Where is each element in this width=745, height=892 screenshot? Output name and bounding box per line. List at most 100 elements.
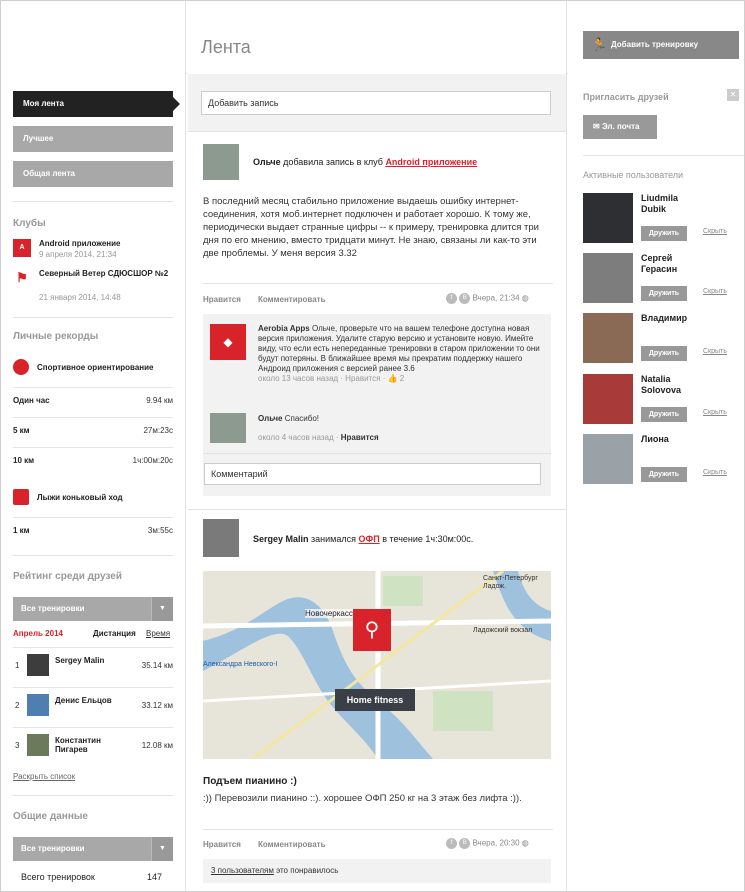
map-place: Александра Невского-I — [203, 661, 278, 668]
friend-card: Natalia Solovova Дружить Скрыть — [583, 374, 739, 434]
compass-icon — [13, 359, 29, 375]
chevron-down-icon[interactable]: ▼ — [151, 837, 173, 861]
chevron-down-icon[interactable]: ▼ — [151, 597, 173, 621]
divider — [13, 201, 173, 202]
sport-heading: Лыжи коньковый ход — [13, 489, 173, 505]
club-item[interactable]: A Android приложение 9 апреля 2014, 21:3… — [13, 239, 173, 269]
liked-users-link[interactable]: 3 пользователям — [211, 866, 274, 875]
nav-common-feed[interactable]: Общая лента — [13, 161, 173, 187]
add-friend-button[interactable]: Дружить — [641, 286, 687, 301]
user-name[interactable]: Natalia Solovova — [641, 374, 701, 396]
avatar[interactable] — [203, 144, 239, 180]
rating-row[interactable]: 1 Sergey Malin 35.14 км — [13, 647, 173, 683]
add-friend-button[interactable]: Дружить — [641, 346, 687, 361]
club-item[interactable]: ⚑ Северный Ветер СДЮСШОР №2 21 января 20… — [13, 269, 173, 309]
comment: Ольче Спасибо! — [258, 414, 544, 424]
post-time: Вчера, 21:34 — [472, 293, 520, 303]
hide-link[interactable]: Скрыть — [703, 348, 727, 355]
hide-link[interactable]: Скрыть — [703, 409, 727, 416]
avatar[interactable] — [583, 253, 633, 303]
rating-row[interactable]: 3 Константин Пигарев 12.08 км — [13, 727, 173, 763]
friend-card: Владимир Дружить Скрыть — [583, 313, 739, 373]
club-name[interactable]: Android приложение — [39, 239, 173, 249]
nav-best[interactable]: Лучшее — [13, 126, 173, 152]
add-friend-button[interactable]: Дружить — [641, 467, 687, 482]
thumbs-up-icon[interactable]: 👍 — [388, 374, 398, 383]
divider — [13, 317, 173, 318]
close-icon[interactable]: ✕ — [727, 89, 739, 101]
totals-select[interactable]: Все тренировки ▼ — [13, 837, 173, 861]
avatar[interactable] — [203, 519, 239, 557]
avatar[interactable] — [583, 374, 633, 424]
mail-icon: ✉ — [593, 122, 600, 131]
add-friend-button[interactable]: Дружить — [641, 226, 687, 241]
avatar[interactable] — [210, 413, 246, 443]
avatar — [27, 734, 49, 756]
vk-icon[interactable]: B — [459, 293, 471, 304]
add-workout-button[interactable]: 🏃 Добавить тренировку — [583, 31, 739, 59]
rating-select[interactable]: Все тренировки ▼ — [13, 597, 173, 621]
post-meta: f B Вчера, 20:30 ◍ — [446, 838, 529, 849]
record-value: 3м:55с — [147, 526, 173, 535]
record-row: Один час 9.94 км — [13, 387, 173, 413]
composer-input[interactable]: Добавить запись — [201, 91, 551, 115]
comment-author[interactable]: Ольче — [258, 414, 283, 423]
email-invite-button[interactable]: ✉ Эл. почта — [583, 115, 657, 139]
rating-row[interactable]: 2 Денис Ельцов 33.12 км — [13, 687, 173, 723]
fitness-marker-icon[interactable]: ⚲ — [353, 609, 391, 651]
record-row: 5 км 27м:23с — [13, 417, 173, 443]
hide-link[interactable]: Скрыть — [703, 288, 727, 295]
record-label: Один час — [13, 396, 50, 405]
duration: в течение 1ч:30м:00с. — [382, 534, 474, 544]
author-name[interactable]: Sergey Malin — [253, 534, 309, 544]
post-verb: добавила запись в клуб — [283, 157, 383, 167]
page-title: Лента — [201, 37, 251, 57]
add-friend-button[interactable]: Дружить — [641, 407, 687, 422]
avatar[interactable] — [583, 193, 633, 243]
comment-button[interactable]: Комментировать — [258, 840, 326, 849]
distance: 12.08 км — [141, 741, 173, 750]
divider — [13, 555, 173, 556]
rating-title: Рейтинг среди друзей — [13, 571, 122, 582]
author-name[interactable]: Ольче — [253, 157, 281, 167]
comment-meta: около 13 часов назад · Нравится · — [258, 374, 386, 383]
facebook-icon[interactable]: f — [446, 293, 457, 304]
hide-link[interactable]: Скрыть — [703, 228, 727, 235]
divider — [203, 829, 553, 830]
total-value: 147 — [147, 872, 163, 882]
sport-name: Спортивное ориентирование — [37, 363, 154, 372]
comment-like[interactable]: Нравится — [341, 433, 379, 442]
comment-author[interactable]: Aerobia Apps — [258, 324, 310, 333]
rank-number: 3 — [15, 741, 20, 750]
liked-text: это понравилось — [276, 866, 339, 875]
record-value: 9.94 км — [146, 396, 173, 405]
user-name[interactable]: Лиона — [641, 434, 701, 445]
sort-distance[interactable]: Дистанция — [93, 629, 136, 638]
facebook-icon[interactable]: f — [446, 838, 457, 849]
user-name[interactable]: Liudmila Dubik — [641, 193, 701, 215]
comment-button[interactable]: Комментировать — [258, 295, 326, 304]
vk-icon[interactable]: B — [459, 838, 471, 849]
comment-input[interactable]: Комментарий — [204, 463, 541, 485]
user-name[interactable]: Константин Пигарев — [55, 736, 115, 754]
expand-list-link[interactable]: Раскрыть список — [13, 772, 75, 781]
nav-my-feed[interactable]: Моя лента — [13, 91, 180, 117]
like-button[interactable]: Нравится — [203, 295, 241, 304]
user-name[interactable]: Владимир — [641, 313, 721, 324]
hide-link[interactable]: Скрыть — [703, 469, 727, 476]
user-name[interactable]: Денис Ельцов — [55, 696, 115, 705]
avatar[interactable] — [583, 313, 633, 363]
sort-time[interactable]: Время — [146, 629, 170, 638]
invite-title: Пригласить друзей — [583, 92, 669, 102]
club-name[interactable]: Северный Ветер СДЮСШОР №2 — [39, 269, 173, 279]
post-author-line: Sergey Malin занимался ОФП в течение 1ч:… — [253, 534, 553, 544]
user-name[interactable]: Sergey Malin — [55, 656, 115, 665]
avatar[interactable] — [583, 434, 633, 484]
sport-link[interactable]: ОФП — [359, 534, 380, 544]
map-label: Home fitness — [335, 689, 415, 711]
like-button[interactable]: Нравится — [203, 840, 241, 849]
workout-map[interactable]: Новочеркасская Александра Невского-I Сан… — [203, 571, 551, 759]
rating-month[interactable]: Апрель 2014 — [13, 629, 63, 638]
user-name[interactable]: Сергей Герасин — [641, 253, 701, 275]
club-link[interactable]: Android приложение — [385, 157, 477, 167]
